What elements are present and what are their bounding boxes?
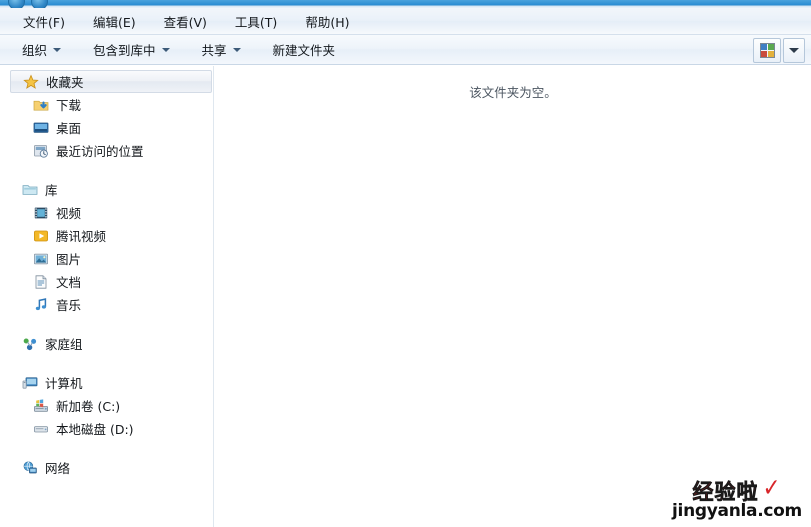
system-drive-icon — [33, 398, 50, 414]
sidebar-item-desktop[interactable]: 桌面 — [0, 116, 213, 139]
share-button[interactable]: 共享 — [194, 36, 249, 63]
command-toolbar: 组织 包含到库中 共享 新建文件夹 — [0, 35, 811, 65]
chevron-down-icon — [53, 47, 62, 52]
sidebar-label: 库 — [45, 183, 58, 198]
sidebar-item-computer[interactable]: 计算机 — [0, 371, 213, 394]
sidebar-label: 本地磁盘 (D:) — [56, 422, 134, 437]
sidebar-label: 新加卷 (C:) — [56, 399, 121, 414]
watermark: 经验啦 ✓ jingyanla.com — [667, 473, 807, 522]
sidebar-item-downloads[interactable]: 下载 — [0, 93, 213, 116]
view-controls — [753, 38, 805, 63]
hard-drive-icon — [33, 421, 50, 437]
navigation-pane[interactable]: 收藏夹 下载 桌面 最近访问的位置 库 视频 腾讯视频 图片 文档 音乐 家庭组… — [0, 66, 214, 527]
sidebar-label: 最近访问的位置 — [56, 144, 144, 159]
share-label: 共享 — [201, 43, 227, 58]
sidebar-item-libraries[interactable]: 库 — [0, 178, 213, 201]
documents-icon — [33, 274, 50, 290]
desktop-icon — [33, 120, 50, 136]
star-icon — [23, 73, 40, 90]
sidebar-item-pictures[interactable]: 图片 — [0, 247, 213, 270]
sidebar-label: 腾讯视频 — [56, 229, 107, 244]
sidebar-label: 文档 — [56, 275, 82, 290]
sidebar-label: 家庭组 — [45, 337, 83, 352]
change-view-button[interactable] — [753, 38, 781, 63]
menu-bar: 文件(F) 编辑(E) 查看(V) 工具(T) 帮助(H) — [0, 8, 811, 35]
sidebar-label: 音乐 — [56, 298, 82, 313]
include-in-library-label: 包含到库中 — [93, 43, 156, 58]
sidebar-label: 计算机 — [45, 376, 83, 391]
sidebar-label: 图片 — [56, 252, 82, 267]
library-folder-icon — [22, 182, 39, 198]
music-note-icon — [33, 297, 50, 313]
view-options-dropdown[interactable] — [783, 38, 805, 63]
sidebar-label: 下载 — [56, 98, 82, 113]
sidebar-item-network[interactable]: 网络 — [0, 456, 213, 479]
sidebar-item-homegroup[interactable]: 家庭组 — [0, 332, 213, 355]
sidebar-label: 视频 — [56, 206, 82, 221]
menu-edit[interactable]: 编辑(E) — [84, 9, 145, 34]
menu-tools[interactable]: 工具(T) — [226, 9, 286, 34]
network-icon — [22, 460, 39, 476]
sidebar-item-drive-c[interactable]: 新加卷 (C:) — [0, 394, 213, 417]
sidebar-item-tencent-video[interactable]: 腾讯视频 — [0, 224, 213, 247]
sidebar-item-documents[interactable]: 文档 — [0, 270, 213, 293]
watermark-chinese-text: 经验啦 — [692, 480, 759, 505]
check-icon: ✓ — [762, 473, 780, 503]
computer-icon — [22, 375, 39, 391]
menu-help[interactable]: 帮助(H) — [296, 9, 358, 34]
homegroup-icon — [22, 336, 39, 352]
downloads-folder-icon — [33, 97, 50, 113]
sidebar-label: 网络 — [45, 461, 71, 476]
sidebar-item-drive-d[interactable]: 本地磁盘 (D:) — [0, 417, 213, 440]
empty-folder-message: 该文件夹为空。 — [469, 85, 557, 100]
sidebar-label: 收藏夹 — [46, 75, 84, 90]
sidebar-label: 桌面 — [56, 121, 82, 136]
explorer-window: 文件(F) 编辑(E) 查看(V) 工具(T) 帮助(H) 组织 包含到库中 共… — [0, 0, 811, 527]
menu-view[interactable]: 查看(V) — [155, 9, 216, 34]
tencent-video-icon — [33, 228, 50, 244]
navigation-tree: 收藏夹 下载 桌面 最近访问的位置 库 视频 腾讯视频 图片 文档 音乐 家庭组… — [0, 66, 213, 479]
watermark-url: jingyanla.com — [672, 501, 802, 522]
organize-button[interactable]: 组织 — [14, 36, 69, 63]
title-bar-strip — [0, 0, 811, 10]
organize-label: 组织 — [22, 43, 48, 58]
chevron-down-icon — [161, 47, 170, 52]
chevron-down-icon — [789, 48, 799, 53]
file-list-pane[interactable]: 该文件夹为空。 经验啦 ✓ jingyanla.com — [215, 66, 811, 527]
menu-file[interactable]: 文件(F) — [14, 9, 74, 34]
main-area: 收藏夹 下载 桌面 最近访问的位置 库 视频 腾讯视频 图片 文档 音乐 家庭组… — [0, 66, 811, 527]
view-grid-icon — [759, 43, 775, 58]
include-in-library-button[interactable]: 包含到库中 — [85, 36, 178, 63]
sidebar-item-videos[interactable]: 视频 — [0, 201, 213, 224]
video-film-icon — [33, 205, 50, 221]
recent-places-icon — [33, 143, 50, 159]
chevron-down-icon — [232, 47, 241, 52]
sidebar-item-favorites[interactable]: 收藏夹 — [10, 70, 212, 93]
pictures-icon — [33, 251, 50, 267]
sidebar-item-recent-places[interactable]: 最近访问的位置 — [0, 139, 213, 162]
new-folder-label: 新建文件夹 — [272, 43, 336, 58]
new-folder-button[interactable]: 新建文件夹 — [265, 36, 344, 63]
sidebar-item-music[interactable]: 音乐 — [0, 293, 213, 316]
